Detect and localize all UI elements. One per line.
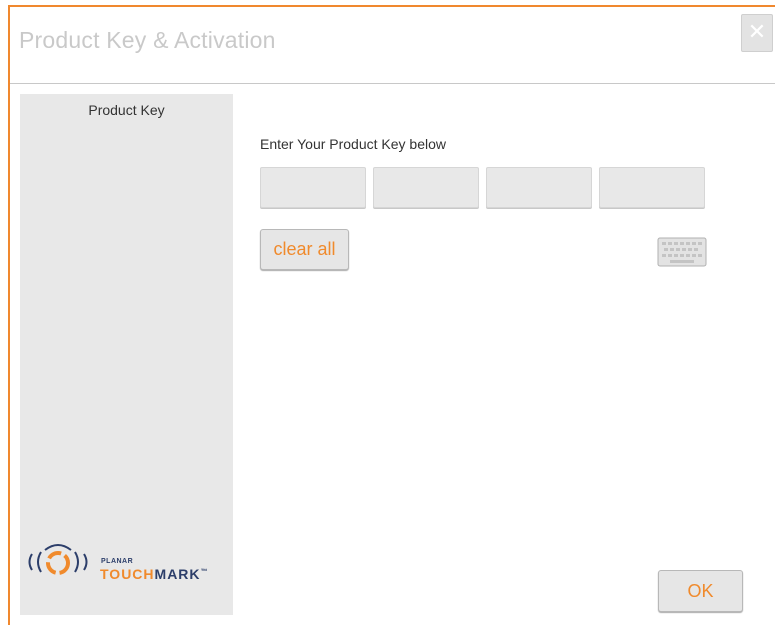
clear-all-button[interactable]: clear all: [260, 229, 349, 270]
logo-planar-text: PLANAR: [101, 558, 134, 565]
product-key-prompt: Enter Your Product Key below: [260, 136, 447, 152]
product-key-dialog: Product Key & Activation ✕ Product Key P…: [8, 5, 775, 625]
close-icon: ✕: [747, 19, 767, 44]
product-key-field-2[interactable]: [373, 167, 479, 208]
planar-touchmark-logo: PLANAR TOUCHMARK™: [20, 540, 233, 582]
main-panel: Enter Your Product Key below clear all O…: [260, 94, 775, 625]
product-key-field-3[interactable]: [486, 167, 592, 208]
logo-touchmark-text: TOUCHMARK™: [100, 566, 209, 582]
ok-button[interactable]: OK: [658, 570, 743, 612]
sidebar-item-product-key[interactable]: Product Key: [20, 102, 233, 118]
keyboard-button[interactable]: [657, 237, 707, 269]
logo-trademark: ™: [200, 568, 209, 576]
touchmark-logo-icon: [28, 544, 88, 575]
logo-mark-text: MARK: [154, 566, 201, 582]
title-bar: Product Key & Activation ✕: [10, 7, 775, 84]
product-key-field-1[interactable]: [260, 167, 366, 208]
product-key-field-4[interactable]: [599, 167, 705, 208]
close-button[interactable]: ✕: [741, 14, 773, 52]
sidebar: Product Key PLANAR TOUCHMARK™: [20, 94, 233, 615]
logo-touch-text: TOUCH: [100, 566, 155, 582]
keyboard-icon: [657, 237, 707, 267]
dialog-title: Product Key & Activation: [19, 27, 276, 53]
